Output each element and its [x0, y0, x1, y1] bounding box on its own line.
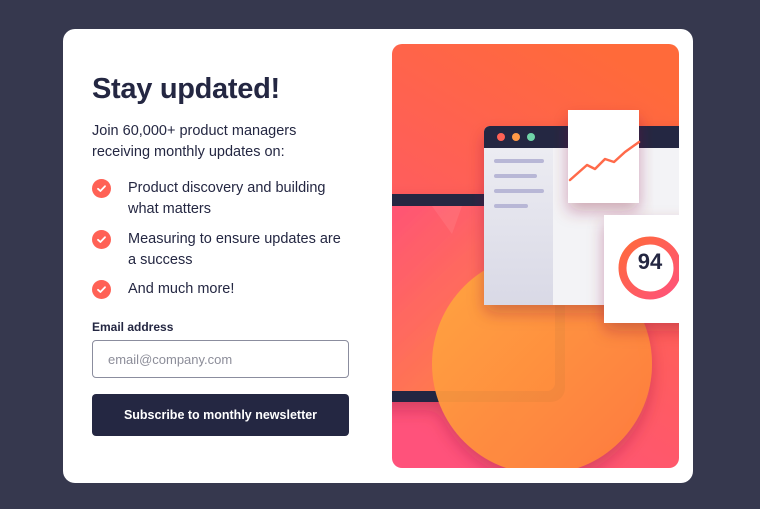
feature-text: Product discovery and building what matt… — [128, 180, 326, 217]
page-title: Stay updated! — [92, 73, 280, 105]
subscribe-button[interactable]: Subscribe to monthly newsletter — [92, 394, 349, 436]
chart-card — [568, 110, 639, 203]
hero-illustration: 94 — [392, 44, 679, 468]
email-field[interactable] — [92, 340, 349, 378]
check-circle-icon — [92, 280, 111, 299]
check-circle-icon — [92, 179, 111, 198]
feature-item: Product discovery and building what matt… — [92, 178, 352, 229]
feature-text: Measuring to ensure updates are a succes… — [128, 231, 341, 268]
score-value: 94 — [637, 249, 663, 274]
signup-card: Stay updated! Join 60,000+ product manag… — [63, 29, 693, 483]
email-label: Email address — [92, 320, 174, 334]
check-circle-icon — [92, 230, 111, 249]
feature-item: Measuring to ensure updates are a succes… — [92, 229, 352, 279]
intro-text: Join 60,000+ product managers receiving … — [92, 123, 297, 160]
feature-text: And much more! — [128, 281, 235, 297]
feature-item: And much more! — [92, 279, 352, 300]
feature-list: Product discovery and building what matt… — [92, 178, 352, 300]
